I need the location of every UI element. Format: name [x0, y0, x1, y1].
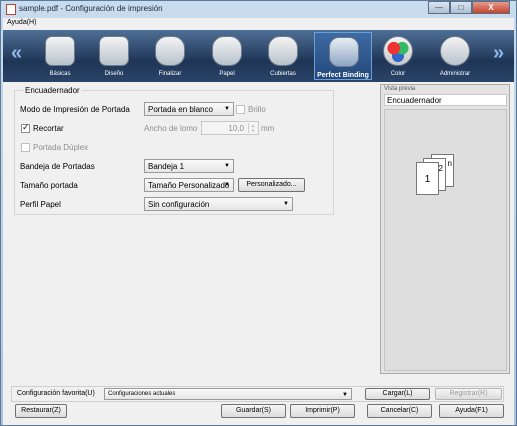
perfect-binding-icon: [329, 37, 359, 67]
pdf-file-icon: [6, 4, 16, 15]
menu-bar: Ayuda(H): [3, 18, 514, 30]
preview-canvas: n 2 1: [384, 109, 507, 371]
cover-tray-dropdown[interactable]: Bandeja 1: [144, 159, 234, 173]
tab-label: Finalizar: [158, 71, 182, 77]
favorite-settings-row: Configuración favorita(U) Configuracione…: [11, 386, 504, 402]
recortar-label: Recortar: [33, 124, 64, 133]
duplex-cover-label: Portada Dúplex: [33, 143, 89, 152]
finishing-icon: [155, 36, 185, 66]
maximize-button[interactable]: □: [450, 1, 472, 14]
basic-settings-icon: [45, 36, 75, 66]
footer-bar: Configuración favorita(U) Configuracione…: [3, 378, 514, 425]
brillo-checkbox[interactable]: [236, 105, 245, 114]
tab-administrar[interactable]: Administrar: [428, 32, 482, 80]
scroll-left-arrow-icon[interactable]: «: [11, 42, 22, 65]
scroll-right-arrow-icon[interactable]: »: [493, 42, 504, 65]
layout-icon: [99, 36, 129, 66]
tab-label: Color: [390, 71, 406, 77]
spine-width-field[interactable]: 10,0 ▲ ▼: [201, 121, 259, 135]
tab-finalizar[interactable]: Finalizar: [143, 32, 197, 80]
paper-profile-label: Perfil Papel: [20, 200, 61, 209]
tab-label: Básicas: [49, 71, 71, 77]
tab-label: Administrar: [439, 71, 471, 77]
manage-icon: [440, 36, 470, 66]
cancel-button[interactable]: Cancelar(C): [367, 404, 432, 418]
tab-label: Perfect Binding: [317, 72, 369, 79]
settings-panel: Encuadernador Modo de Impresión de Porta…: [3, 82, 514, 378]
brillo-label: Brillo: [248, 105, 266, 114]
title-bar[interactable]: sample.pdf - Configuración de impresión …: [1, 1, 516, 18]
group-title: Encuadernador: [23, 86, 82, 95]
duplex-cover-checkbox[interactable]: [21, 143, 30, 152]
tab-label: Cubiertas: [270, 71, 296, 77]
color-icon: [383, 36, 413, 66]
menu-help[interactable]: Ayuda(H): [7, 19, 36, 26]
minimize-button[interactable]: —: [428, 1, 450, 14]
tab-label: Diseño: [104, 71, 124, 77]
print-settings-window: sample.pdf - Configuración de impresión …: [0, 0, 517, 426]
tab-perfect-binding[interactable]: Perfect Binding: [314, 32, 372, 80]
cover-mode-label: Modo de Impresión de Portada: [20, 105, 130, 114]
paper-icon: [212, 36, 242, 66]
preview-title: Vista previa: [384, 86, 416, 92]
window-title: sample.pdf - Configuración de impresión: [19, 4, 163, 13]
load-button[interactable]: Cargar(L): [365, 388, 430, 400]
preview-page-1: 1: [416, 162, 439, 195]
help-button[interactable]: Ayuda(F1): [439, 404, 504, 418]
spine-width-value: 10,0: [228, 124, 244, 133]
preview-panel: Vista previa Encuadernador n 2 1: [380, 84, 510, 374]
tab-color[interactable]: Color: [371, 32, 425, 80]
preview-subtitle: Encuadernador: [384, 94, 507, 106]
cover-size-label: Tamaño portada: [20, 181, 78, 190]
tab-papel[interactable]: Papel: [200, 32, 254, 80]
cover-size-dropdown[interactable]: Tamaño Personalizado: [144, 178, 234, 192]
spine-unit: mm: [261, 124, 275, 133]
print-button[interactable]: Imprimir(P): [290, 404, 355, 418]
paper-profile-dropdown[interactable]: Sin configuración: [144, 197, 293, 211]
restore-button[interactable]: Restaurar(Z): [15, 404, 67, 418]
cover-mode-dropdown[interactable]: Portada en blanco: [144, 102, 234, 116]
spine-width-label: Ancho de lomo: [144, 124, 198, 133]
favorite-label: Configuración favorita(U): [17, 390, 95, 397]
tab-label: Papel: [219, 71, 235, 77]
spin-arrows-icon[interactable]: ▲ ▼: [248, 123, 257, 133]
tab-diseno[interactable]: Diseño: [87, 32, 141, 80]
category-toolbar: « Básicas Diseño Finalizar Papel Cubiert…: [3, 30, 514, 82]
close-button[interactable]: X: [472, 1, 510, 14]
favorite-dropdown[interactable]: Configuraciones actuales: [104, 388, 352, 400]
tab-cubiertas[interactable]: Cubiertas: [256, 32, 310, 80]
binder-group: Encuadernador Modo de Impresión de Porta…: [14, 86, 334, 215]
recortar-checkbox[interactable]: [21, 122, 30, 133]
tab-basicas[interactable]: Básicas: [33, 32, 87, 80]
register-button[interactable]: Registrar(R): [435, 388, 502, 400]
custom-size-button[interactable]: Personalizado...: [238, 178, 305, 192]
window-controls: — □ X: [428, 1, 510, 14]
cover-tray-label: Bandeja de Portadas: [20, 162, 95, 171]
covers-icon: [268, 36, 298, 66]
save-button[interactable]: Guardar(S): [221, 404, 286, 418]
